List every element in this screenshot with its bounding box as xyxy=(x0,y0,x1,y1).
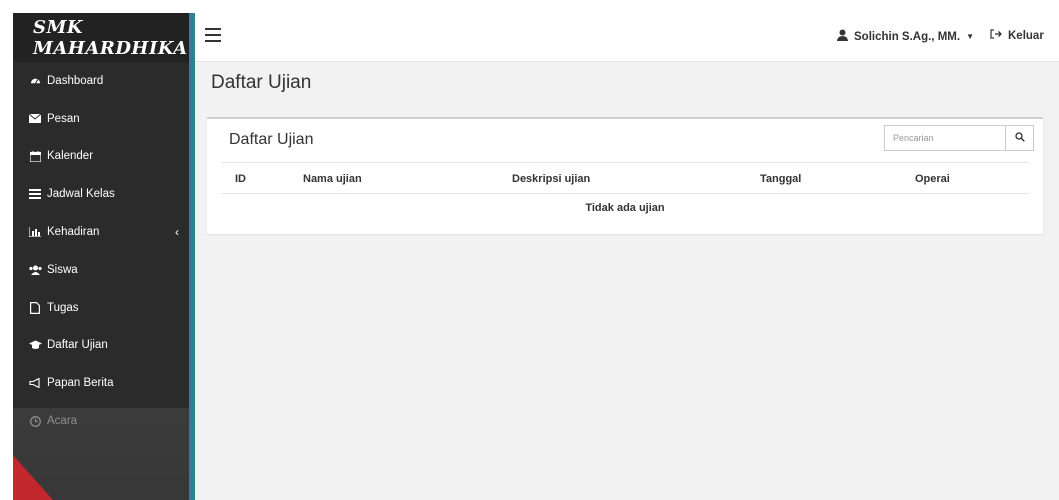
sidebar-item-label: Daftar Ujian xyxy=(47,339,108,352)
search-icon xyxy=(1014,131,1025,145)
column-header-date: Tanggal xyxy=(760,173,802,185)
empty-table-message: Tidak ada ujian xyxy=(585,202,665,214)
clock-icon xyxy=(27,415,43,427)
column-header-description: Deskripsi ujian xyxy=(512,173,591,185)
file-icon xyxy=(27,301,43,314)
sidebar-item-jadwal-kelas[interactable]: Jadwal Kelas xyxy=(13,175,189,213)
sidebar-item-label: Tugas xyxy=(47,301,79,314)
bullhorn-icon xyxy=(27,378,43,389)
sidebar-item-dashboard[interactable]: Dashboard xyxy=(13,62,189,100)
graduation-cap-icon xyxy=(27,340,43,350)
sidebar-item-label: Siswa xyxy=(47,263,78,276)
search-box xyxy=(884,125,1034,151)
column-header-operations: Operai xyxy=(915,173,950,185)
user-menu[interactable]: Solichin S.Ag., MM. ▼ xyxy=(837,29,974,44)
envelope-icon xyxy=(27,114,43,124)
exam-list-panel: Daftar Ujian ID Nama ujian Deskripsi uji… xyxy=(207,117,1043,234)
panel-title: Daftar Ujian xyxy=(229,131,314,148)
dashboard-icon xyxy=(27,75,43,86)
calendar-icon xyxy=(27,150,43,162)
page-title: Daftar Ujian xyxy=(211,72,312,93)
logout-label: Keluar xyxy=(1008,29,1044,42)
users-icon xyxy=(27,265,43,275)
sidebar-item-label: Kehadiran xyxy=(47,226,100,239)
sidebar-item-label: Kalender xyxy=(47,150,94,163)
list-icon xyxy=(27,189,43,200)
menu-toggle-icon[interactable] xyxy=(205,28,221,42)
brand-logo[interactable]: SMK MAHARDHIKA xyxy=(13,13,189,62)
sidebar-item-label: Pesan xyxy=(47,112,80,125)
user-name: Solichin S.Ag., MM. xyxy=(854,30,961,43)
bar-chart-icon xyxy=(27,227,43,238)
sidebar-item-label: Jadwal Kelas xyxy=(47,188,115,201)
table-header: ID Nama ujian Deskripsi ujian Tanggal Op… xyxy=(221,162,1029,194)
sidebar-item-label: Acara xyxy=(47,415,78,428)
sidebar-item-tugas[interactable]: Tugas xyxy=(13,289,189,327)
sidebar-item-daftar-ujian[interactable]: Daftar Ujian xyxy=(13,327,189,365)
search-input[interactable] xyxy=(885,126,1005,150)
sidebar-item-pesan[interactable]: Pesan xyxy=(13,100,189,138)
sidebar-item-kalender[interactable]: Kalender xyxy=(13,138,189,176)
user-icon xyxy=(837,29,848,44)
logout-button[interactable]: Keluar xyxy=(990,29,1044,42)
sidebar-item-siswa[interactable]: Siswa xyxy=(13,251,189,289)
top-navbar: Solichin S.Ag., MM. ▼ Keluar xyxy=(195,13,1059,62)
column-header-id: ID xyxy=(235,173,246,185)
sidebar-item-papan-berita[interactable]: Papan Berita xyxy=(13,364,189,402)
caret-down-icon: ▼ xyxy=(966,32,974,41)
chevron-left-icon: ‹ xyxy=(175,225,179,240)
sidebar-item-label: Papan Berita xyxy=(47,377,114,390)
sidebar-item-acara[interactable]: Acara xyxy=(13,402,189,440)
sidebar: SMK MAHARDHIKA Dashboard Pesan Kalender … xyxy=(13,13,195,500)
column-header-name: Nama ujian xyxy=(303,173,362,185)
sidebar-item-label: Dashboard xyxy=(47,74,104,87)
sign-out-icon xyxy=(990,29,1002,42)
decorative-corner xyxy=(13,455,53,500)
sidebar-item-kehadiran[interactable]: Kehadiran ‹ xyxy=(13,213,189,251)
search-button[interactable] xyxy=(1005,126,1033,150)
